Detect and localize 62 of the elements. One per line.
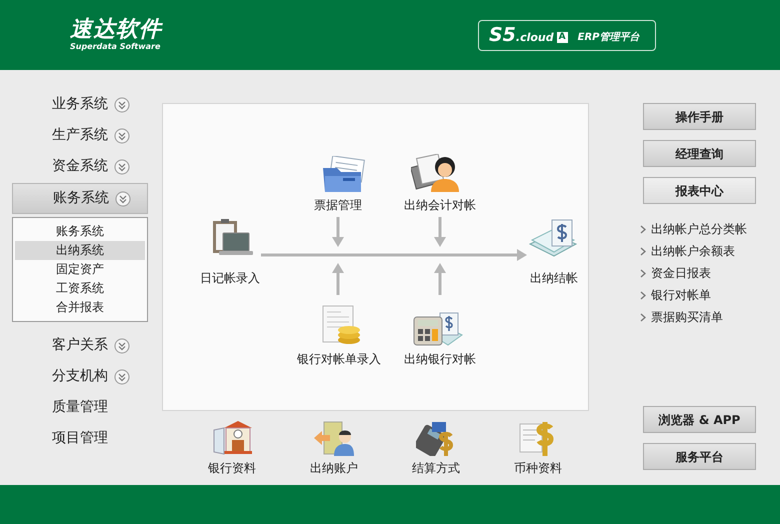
submenu-item[interactable]: 合并报表 (15, 298, 145, 317)
person-document-icon (411, 154, 459, 192)
sidebar-item[interactable]: 分支机构 (12, 361, 148, 392)
door-person-icon (314, 420, 354, 456)
chevron-icon (640, 268, 646, 278)
sidebar-item[interactable]: 客户关系 (12, 330, 148, 361)
report-link[interactable]: 出纳帐户余额表 (651, 242, 735, 260)
chevron-icon (640, 246, 646, 256)
node-label[interactable]: 出纳结帐 (530, 269, 578, 287)
sidebar-item[interactable]: 资金系统 (12, 151, 148, 182)
report-link[interactable]: 出纳帐户总分类帐 (651, 220, 747, 238)
node-label[interactable]: 票据管理 (314, 196, 362, 214)
shortcut-label[interactable]: 银行资料 (208, 459, 256, 477)
folder-documents-icon (321, 156, 367, 194)
chevron-icon (114, 158, 130, 174)
calculator-ledger-icon (412, 311, 464, 347)
flow-arrow (434, 263, 446, 295)
product-suffix: .cloud (516, 30, 554, 46)
submenu-item[interactable]: 出纳系统 (15, 241, 145, 260)
chevron-icon (640, 224, 646, 234)
panel-button[interactable]: 操作手册 (643, 103, 756, 130)
submenu-item[interactable]: 账务系统 (15, 222, 145, 241)
sidebar-item[interactable]: 项目管理 (12, 423, 148, 454)
shortcut-label[interactable]: 币种资料 (514, 459, 562, 477)
flow-arrow (332, 217, 344, 247)
chevron-icon (640, 290, 646, 300)
card-terminal-icon (416, 420, 456, 456)
sidebar-item[interactable]: 账务系统 (12, 183, 148, 214)
panel-button[interactable]: 报表中心 (643, 177, 756, 204)
flow-arrow (332, 263, 344, 295)
logo-subtitle: Superdata Software (70, 43, 162, 51)
chevron-icon (114, 338, 130, 354)
chevron-icon (640, 312, 646, 322)
ledger-dollar-icon (528, 218, 578, 258)
node-label[interactable]: 出纳银行对帐 (404, 350, 476, 368)
node-label[interactable]: 银行对帐单录入 (297, 350, 381, 368)
sidebar-item[interactable]: 质量管理 (12, 392, 148, 423)
panel-button[interactable]: 浏览器 & APP (643, 406, 756, 433)
chevron-icon (114, 368, 130, 384)
panel-button[interactable]: 经理查询 (643, 140, 756, 167)
report-link[interactable]: 银行对帐单 (651, 286, 711, 304)
report-link[interactable]: 资金日报表 (651, 264, 711, 282)
submenu-item[interactable]: 工资系统 (15, 279, 145, 298)
product-name: S5 (489, 22, 516, 48)
report-link[interactable]: 票据购买清单 (651, 308, 723, 326)
chevron-icon (114, 96, 130, 112)
logo-text: 速达软件 (70, 19, 162, 41)
submenu-item[interactable]: 固定资产 (15, 260, 145, 279)
shortcut-label[interactable]: 结算方式 (412, 459, 460, 477)
sidebar-item[interactable]: 生产系统 (12, 120, 148, 151)
edition-badge: A (556, 32, 568, 42)
bank-building-icon (212, 420, 252, 456)
panel-button[interactable]: 服务平台 (643, 443, 756, 470)
product-label: ERP管理平台 (578, 30, 640, 44)
receipt-coins-icon (321, 304, 361, 346)
chevron-icon (115, 190, 131, 206)
chevron-icon (114, 128, 130, 144)
node-label[interactable]: 日记帐录入 (200, 269, 260, 287)
flow-arrow (434, 217, 446, 247)
shortcut-label[interactable]: 出纳账户 (310, 459, 358, 477)
sidebar-item[interactable]: 业务系统 (12, 89, 148, 120)
node-label[interactable]: 出纳会计对帐 (404, 196, 476, 214)
